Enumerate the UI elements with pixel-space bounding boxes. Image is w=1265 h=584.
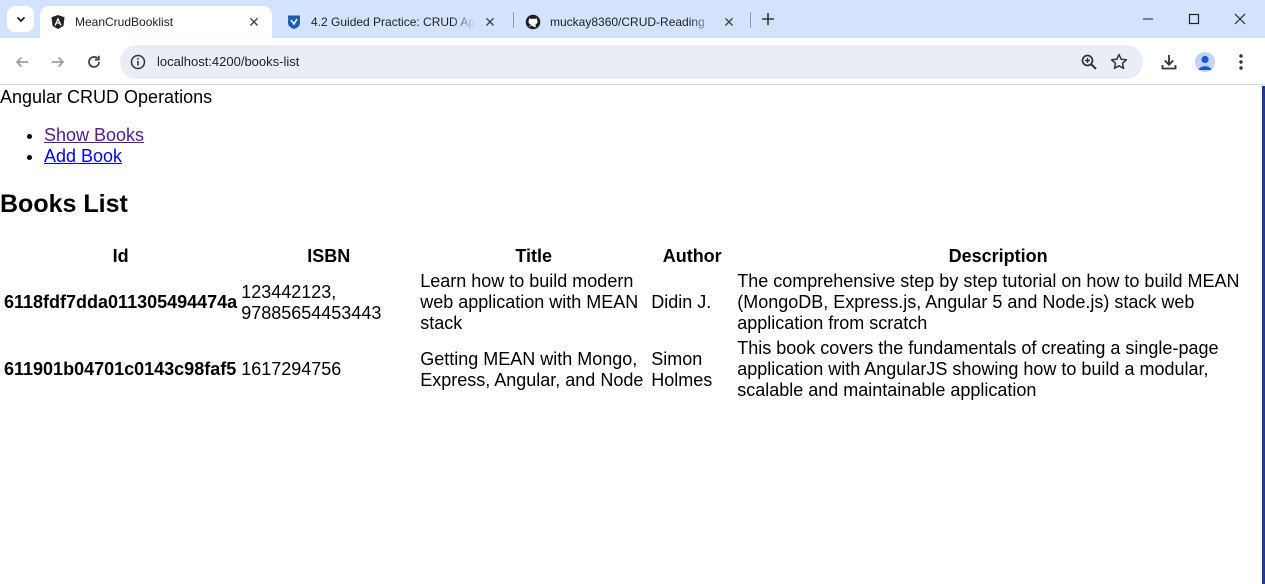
column-header-title: Title xyxy=(515,246,553,266)
app-nav: Show Books Add Book xyxy=(0,125,144,167)
back-button[interactable] xyxy=(8,48,36,76)
tab-search-button[interactable] xyxy=(7,6,34,32)
back-arrow-icon xyxy=(15,56,28,68)
page-content: Angular CRUD Operations Show Books Add B… xyxy=(0,86,1262,584)
profile-avatar-icon[interactable] xyxy=(1195,52,1215,72)
book-description: This book covers the fundamentals of cre… xyxy=(737,338,1219,400)
chevron-down-icon xyxy=(16,16,25,23)
menu-button[interactable] xyxy=(1230,51,1252,73)
github-icon xyxy=(525,14,541,30)
tab-title: muckay8360/CRUD-Reading xyxy=(550,15,705,29)
shield-icon xyxy=(286,14,302,30)
nav-item-show-books: Show Books xyxy=(44,125,144,146)
book-author: Didin J. xyxy=(651,292,712,312)
books-list-heading: Books List xyxy=(0,190,128,218)
tab-meancrudbooklist[interactable]: MeanCrudBooklist ✕ xyxy=(40,6,272,38)
book-isbn: 123442123, 97885654453443 xyxy=(241,281,382,323)
forward-arrow-icon xyxy=(52,56,65,68)
close-tab-icon[interactable]: ✕ xyxy=(246,14,262,30)
maximize-icon xyxy=(1188,13,1200,25)
browser-toolbar: localhost:4200/books-list xyxy=(0,38,1265,85)
add-book-link[interactable]: Add Book xyxy=(44,146,122,166)
angular-icon xyxy=(50,14,66,30)
book-isbn: 1617294756 xyxy=(241,359,342,379)
url-text[interactable]: localhost:4200/books-list xyxy=(157,54,299,69)
kebab-menu-icon xyxy=(1239,54,1243,70)
close-window-button[interactable] xyxy=(1217,0,1263,38)
table-row: 6118fdf7dda011305494474a 123442123, 9788… xyxy=(3,270,1260,335)
plus-icon xyxy=(762,13,774,25)
nav-item-add-book: Add Book xyxy=(44,146,144,167)
book-title: Learn how to build modern web applicatio… xyxy=(420,271,639,333)
column-header-description: Description xyxy=(948,246,1048,266)
close-tab-icon[interactable]: ✕ xyxy=(482,14,498,30)
tab-title: MeanCrudBooklist xyxy=(75,15,174,29)
minimize-button[interactable] xyxy=(1125,0,1171,38)
show-books-link[interactable]: Show Books xyxy=(44,125,144,145)
tab-guided-practice[interactable]: 4.2 Guided Practice: CRUD Appl ✕ xyxy=(276,6,508,38)
forward-button[interactable] xyxy=(44,48,72,76)
reload-button[interactable] xyxy=(80,48,108,76)
bookmark-star-icon[interactable] xyxy=(1109,52,1129,72)
reload-icon xyxy=(88,55,100,68)
downloads-button[interactable] xyxy=(1158,51,1180,73)
app-title: Angular CRUD Operations xyxy=(0,87,213,107)
tab-title: 4.2 Guided Practice: CRUD Appl xyxy=(311,15,476,29)
minimize-icon xyxy=(1143,18,1153,20)
books-table: Id ISBN Title Author Description 6118fdf… xyxy=(1,243,1262,404)
close-icon xyxy=(1234,13,1246,25)
book-id: 611901b04701c0143c98faf5 xyxy=(4,359,237,379)
address-bar[interactable]: localhost:4200/books-list xyxy=(120,45,1143,79)
download-icon xyxy=(1161,55,1177,70)
tab-github-crud-reading[interactable]: muckay8360/CRUD-Reading ✕ xyxy=(515,6,747,38)
book-description: The comprehensive step by step tutorial … xyxy=(737,271,1240,333)
book-id: 6118fdf7dda011305494474a xyxy=(4,292,238,312)
zoom-icon[interactable] xyxy=(1080,53,1098,71)
tab-strip: MeanCrudBooklist ✕ 4.2 Guided Practice: … xyxy=(0,0,1265,38)
tab-separator xyxy=(750,12,751,28)
close-tab-icon[interactable]: ✕ xyxy=(721,14,737,30)
column-header-author: Author xyxy=(662,246,722,266)
table-row: 611901b04701c0143c98faf5 1617294756 Gett… xyxy=(3,337,1260,402)
maximize-button[interactable] xyxy=(1171,0,1217,38)
book-author: Simon Holmes xyxy=(651,348,713,390)
site-info-icon[interactable] xyxy=(129,53,147,71)
new-tab-button[interactable] xyxy=(757,8,779,30)
tab-separator xyxy=(513,12,514,28)
table-header-row: Id ISBN Title Author Description xyxy=(3,245,1260,268)
column-header-isbn: ISBN xyxy=(307,246,351,266)
column-header-id: Id xyxy=(112,246,129,266)
book-title: Getting MEAN with Mongo, Express, Angula… xyxy=(420,348,644,390)
